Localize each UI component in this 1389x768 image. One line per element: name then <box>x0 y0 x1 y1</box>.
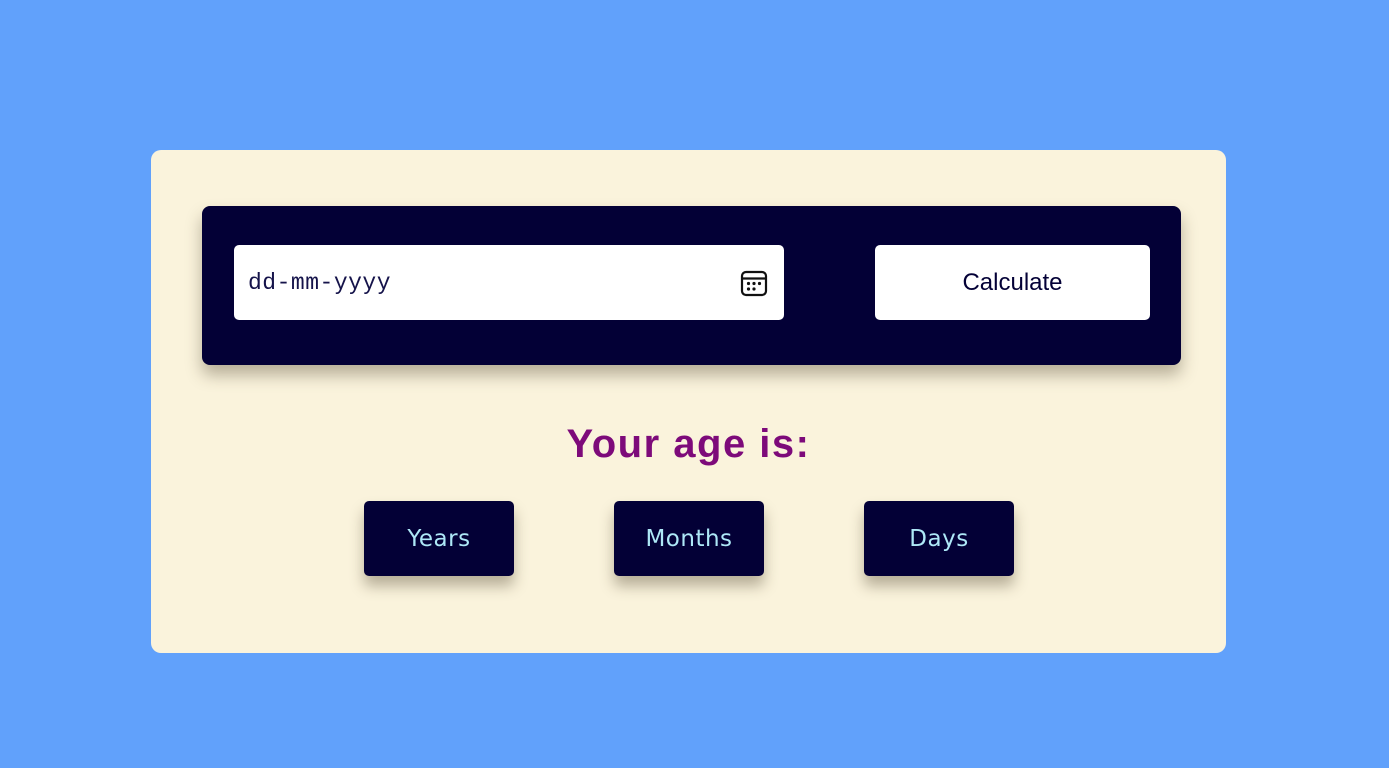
days-label: Days <box>909 525 969 552</box>
years-box: Years <box>364 501 514 576</box>
date-placeholder: dd-mm-yyyy <box>248 269 392 296</box>
days-box: Days <box>864 501 1014 576</box>
result-title: Your age is: <box>566 422 811 466</box>
calendar-icon[interactable] <box>740 269 768 297</box>
years-label: Years <box>407 525 471 552</box>
age-calculator-card: dd-mm-yyyy Calculate Your age is: Years … <box>151 150 1226 653</box>
birth-date-input[interactable]: dd-mm-yyyy <box>234 245 784 320</box>
months-label: Months <box>645 525 733 552</box>
calculate-button[interactable]: Calculate <box>875 245 1150 320</box>
input-panel: dd-mm-yyyy Calculate <box>202 206 1181 365</box>
months-box: Months <box>614 501 764 576</box>
